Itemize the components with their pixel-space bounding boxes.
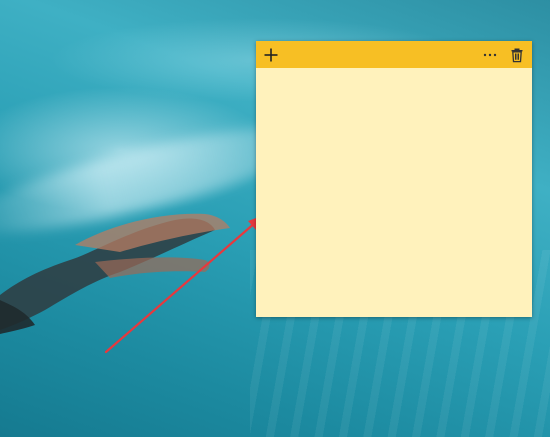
note-text-area[interactable] (256, 68, 532, 317)
delete-note-button[interactable] (506, 44, 528, 66)
plus-icon (264, 48, 278, 62)
sticky-note-header[interactable] (256, 41, 532, 68)
sticky-note-window[interactable] (256, 41, 532, 317)
add-note-button[interactable] (260, 44, 282, 66)
trash-icon (511, 48, 523, 63)
ellipsis-icon (483, 53, 497, 57)
menu-button[interactable] (479, 44, 501, 66)
diver-figure (0, 213, 230, 334)
